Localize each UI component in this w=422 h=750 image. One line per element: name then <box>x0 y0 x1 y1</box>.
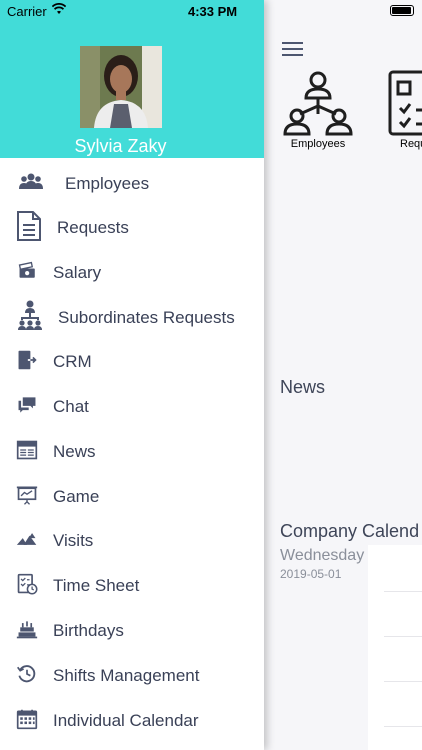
news-heading: News <box>280 377 326 397</box>
menu-item-shifts-management-label: Shifts Management <box>53 666 200 685</box>
employees-icon <box>19 173 43 189</box>
salary-icon <box>18 261 35 278</box>
requests-tile-icon <box>388 70 422 136</box>
wifi-icon <box>52 3 66 14</box>
menu-item-requests-label: Requests <box>57 218 129 237</box>
document-icon <box>17 211 41 241</box>
calendar-date: 2019-05-01 <box>280 567 342 581</box>
tile-employees[interactable]: Employees <box>278 70 358 150</box>
hierarchy-icon <box>18 300 42 330</box>
crm-icon <box>18 350 37 370</box>
menu-item-shifts-management[interactable]: Shifts Management <box>0 655 264 695</box>
menu-item-salary[interactable]: Salary <box>0 252 264 292</box>
avatar[interactable] <box>80 46 162 128</box>
visits-icon <box>16 533 37 545</box>
menu-item-chat[interactable]: Chat <box>0 386 264 426</box>
menu-item-crm-label: CRM <box>53 352 92 371</box>
calendar-icon <box>16 709 38 730</box>
menu-item-employees[interactable]: Employees <box>0 163 264 203</box>
user-name: Sylvia Zaky <box>74 136 167 156</box>
menu-item-chat-label: Chat <box>53 397 89 416</box>
drawer-header: Sylvia Zaky <box>0 0 264 158</box>
tile-requests-label: Requ <box>400 138 422 150</box>
menu-item-crm[interactable]: CRM <box>0 341 264 381</box>
newspaper-icon <box>16 440 38 460</box>
employees-tile-icon <box>283 71 353 136</box>
hamburger-menu-icon[interactable] <box>282 42 303 56</box>
carrier-label: Carrier <box>7 4 47 19</box>
menu-item-subordinates-requests-label: Subordinates Requests <box>58 308 235 327</box>
chat-icon <box>18 397 36 413</box>
shift-clock-icon <box>17 665 36 683</box>
status-bar: Carrier 4:33 PM <box>0 0 422 22</box>
menu-item-visits[interactable]: Visits <box>0 520 264 560</box>
timesheet-icon <box>17 573 38 595</box>
menu-item-birthdays[interactable]: Birthdays <box>0 610 264 650</box>
home-screen: Employees Requ News Company Calend Wedne… <box>264 0 422 750</box>
menu-item-visits-label: Visits <box>53 531 94 550</box>
calendar-list[interactable] <box>368 545 422 750</box>
tile-employees-label: Employees <box>290 138 346 150</box>
calendar-day: Wednesday <box>280 547 365 564</box>
menu-item-salary-label: Salary <box>53 263 102 282</box>
menu-item-news[interactable]: News <box>0 431 264 471</box>
presentation-icon <box>16 486 38 505</box>
menu-item-time-sheet[interactable]: Time Sheet <box>0 565 264 605</box>
menu-item-game-label: Game <box>53 487 100 506</box>
menu-item-employees-label: Employees <box>65 174 150 193</box>
profile-photo <box>80 46 162 128</box>
menu-item-game[interactable]: Game <box>0 476 264 516</box>
menu-item-time-sheet-label: Time Sheet <box>53 576 140 595</box>
menu-item-individual-calendar-label: Individual Calendar <box>53 711 199 730</box>
menu-item-subordinates-requests[interactable]: Subordinates Requests <box>0 297 264 337</box>
menu-item-birthdays-label: Birthdays <box>53 621 124 640</box>
tile-requests[interactable]: Requ <box>370 70 422 150</box>
menu-item-requests[interactable]: Requests <box>0 207 264 247</box>
navigation-drawer: Sylvia Zaky Employees Requests Salary Su… <box>0 0 264 750</box>
menu-item-individual-calendar[interactable]: Individual Calendar <box>0 700 264 740</box>
battery-icon <box>390 5 414 16</box>
company-calendar-heading: Company Calend <box>280 521 420 541</box>
cake-icon <box>16 621 38 639</box>
menu-item-news-label: News <box>53 442 96 461</box>
clock: 4:33 PM <box>188 4 238 19</box>
